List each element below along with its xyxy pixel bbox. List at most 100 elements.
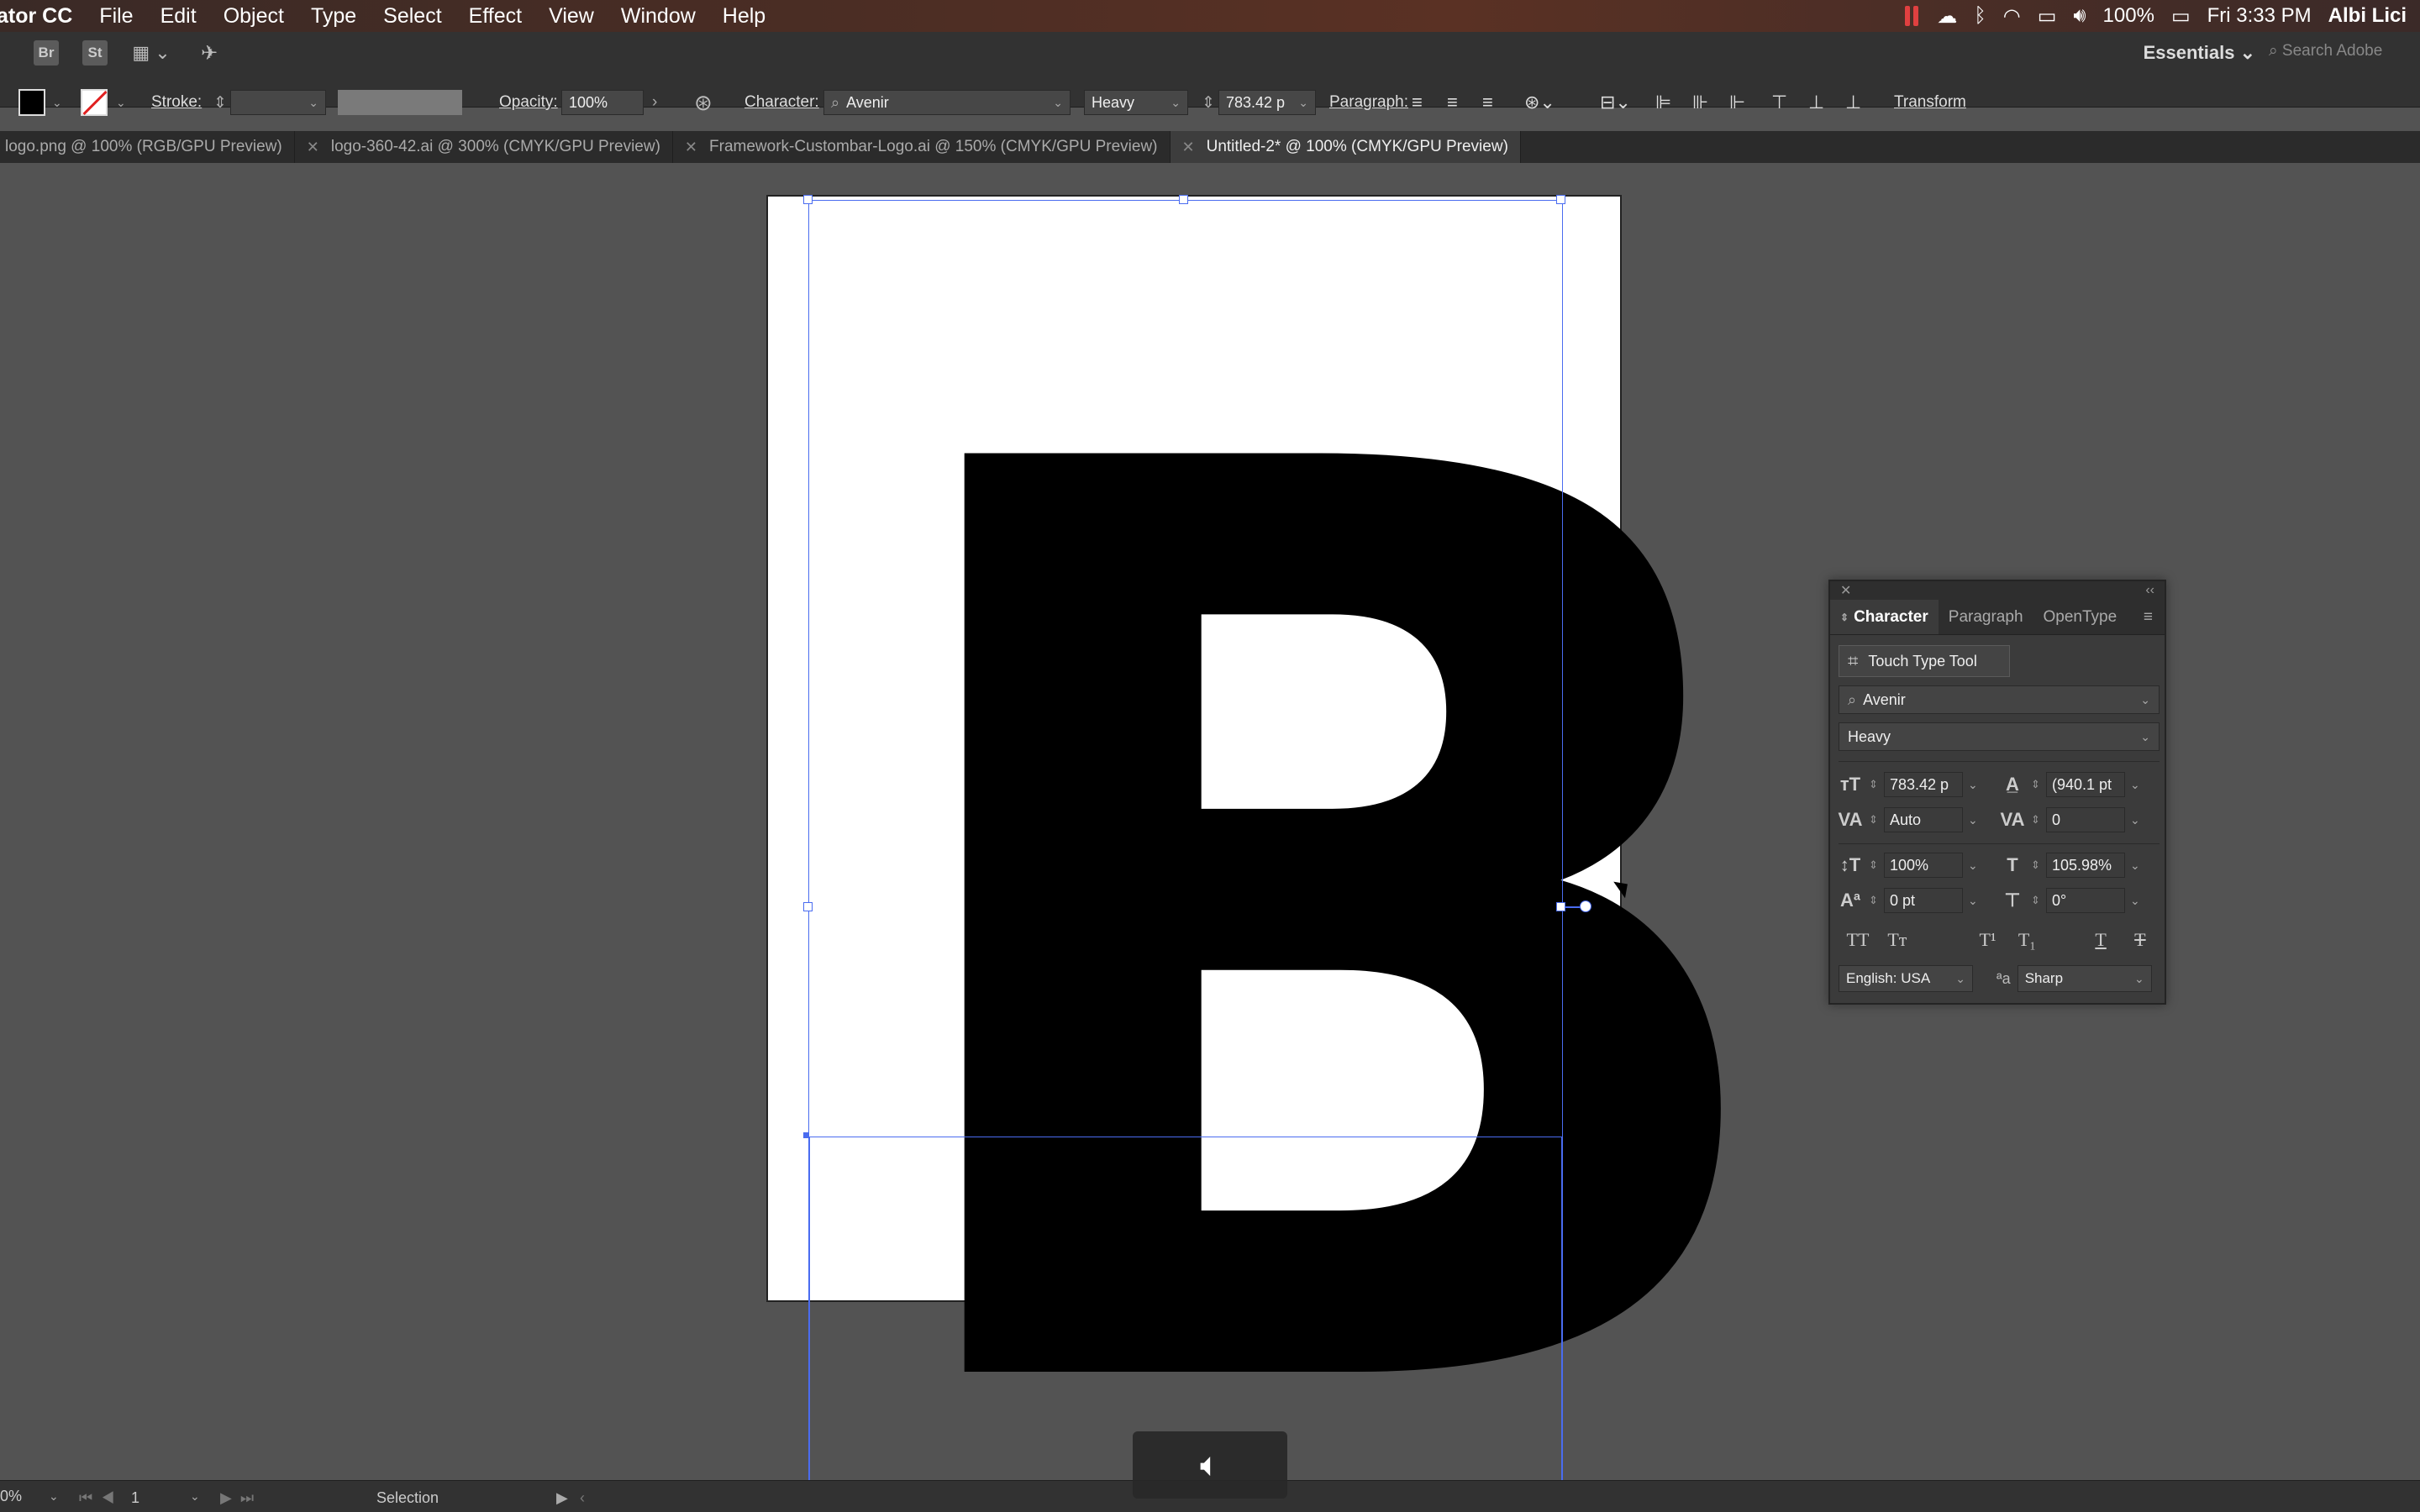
variable-width-profile[interactable] xyxy=(338,90,462,115)
align-horizontal-center-icon[interactable]: ⊪ xyxy=(1692,89,1708,116)
opacity-label[interactable]: Opacity: xyxy=(499,89,558,116)
glyph-icon[interactable]: ⊛⌄ xyxy=(1524,89,1555,116)
tab-logo-360[interactable]: ✕ logo-360-42.ai @ 300% (CMYK/GPU Previe… xyxy=(295,131,673,163)
chevron-down-icon[interactable]: ⌄ xyxy=(2130,858,2140,873)
handle-bottom-left[interactable] xyxy=(803,1132,809,1138)
menu-file[interactable]: File xyxy=(86,4,146,29)
scroll-left-icon[interactable]: ‹ xyxy=(580,1489,585,1507)
close-icon[interactable]: ✕ xyxy=(685,139,697,156)
align-horizontal-right-icon[interactable]: ⊩ xyxy=(1729,89,1745,116)
font-size-stepper-icon[interactable]: ⇕ xyxy=(1202,89,1215,116)
align-center-icon[interactable]: ≡ xyxy=(1447,89,1458,116)
artboard-nav-prev-icon[interactable]: ⏮◀ xyxy=(79,1489,123,1507)
bluetooth-icon[interactable]: ᛒ xyxy=(1974,4,1986,28)
stroke-swatch[interactable] xyxy=(81,89,108,116)
subscript-icon[interactable]: T₁ xyxy=(2007,929,2046,951)
app-menu[interactable]: ator CC xyxy=(0,4,86,29)
align-vertical-center-icon[interactable]: ⊥ xyxy=(1808,89,1824,116)
font-style-field[interactable]: Heavy ⌄ xyxy=(1084,90,1188,115)
menu-view[interactable]: View xyxy=(535,4,608,29)
tab-logo-png[interactable]: logo.png @ 100% (RGB/GPU Preview) xyxy=(0,131,295,163)
stroke-stepper-icon[interactable]: ⇕ xyxy=(213,89,227,116)
cloud-icon[interactable]: ☁ xyxy=(1937,4,1957,29)
align-vertical-bottom-icon[interactable]: ⊥ xyxy=(1845,89,1861,116)
align-left-icon[interactable]: ≡ xyxy=(1412,89,1423,116)
user-name[interactable]: Albi Lici xyxy=(2328,4,2407,28)
stroke-dropdown-icon[interactable]: ⌄ xyxy=(116,89,126,116)
panel-titlebar[interactable]: ✕ ‹‹ xyxy=(1830,581,2165,600)
chevron-down-icon[interactable]: ⌄ xyxy=(2130,778,2140,792)
opacity-field[interactable]: 100% xyxy=(561,90,644,115)
align-horizontal-left-icon[interactable]: ⊫ xyxy=(1655,89,1671,116)
status-mode[interactable]: Selection xyxy=(376,1489,439,1507)
strikethrough-icon[interactable]: T xyxy=(2121,929,2160,951)
menu-edit[interactable]: Edit xyxy=(147,4,210,29)
superscript-icon[interactable]: T¹ xyxy=(1969,929,2007,951)
vertical-scale-field[interactable]: 100% xyxy=(1884,853,1963,878)
font-size-field[interactable]: 783.42 p xyxy=(1884,772,1963,797)
kerning-field[interactable]: Auto xyxy=(1884,807,1963,832)
align-right-icon[interactable]: ≡ xyxy=(1482,89,1493,116)
zoom-dropdown-icon[interactable]: ⌄ xyxy=(49,1489,59,1504)
antialias-select[interactable]: Sharp ⌄ xyxy=(2017,965,2152,992)
tab-framework-logo[interactable]: ✕ Framework-Custombar-Logo.ai @ 150% (CM… xyxy=(673,131,1171,163)
baseline-shift-field[interactable]: 0 pt xyxy=(1884,888,1963,913)
menu-type[interactable]: Type xyxy=(297,4,370,29)
battery-icon[interactable]: ▭ xyxy=(2171,4,2191,29)
all-caps-icon[interactable]: TT xyxy=(1839,929,1877,951)
font-style-select[interactable]: Heavy ⌄ xyxy=(1839,722,2160,751)
panel-collapse-icon[interactable]: ‹‹ xyxy=(2145,583,2154,598)
stepper-icon[interactable]: ⇕ xyxy=(1869,858,1879,872)
tab-character[interactable]: ⇕ Character xyxy=(1830,600,1939,634)
stepper-icon[interactable]: ⇕ xyxy=(2031,813,2041,827)
panel-close-icon[interactable]: ✕ xyxy=(1840,582,1851,599)
align-vertical-top-icon[interactable]: ⊤ xyxy=(1771,89,1787,116)
chevron-down-icon[interactable]: ⌄ xyxy=(1968,778,1978,792)
stepper-icon[interactable]: ⇕ xyxy=(2031,858,2041,872)
font-size-field[interactable]: 783.42 p ⌄ xyxy=(1218,90,1316,115)
stepper-icon[interactable]: ⇕ xyxy=(1869,813,1879,827)
recording-icon[interactable] xyxy=(1905,6,1920,26)
transform-link[interactable]: Transform xyxy=(1894,89,1966,116)
close-icon[interactable]: ✕ xyxy=(1182,139,1195,156)
tab-untitled-2[interactable]: ✕ Untitled-2* @ 100% (CMYK/GPU Preview) xyxy=(1170,131,1521,163)
arrange-documents-icon[interactable]: ▦ ⌄ xyxy=(126,40,176,66)
wifi-icon[interactable]: ◠ xyxy=(2003,4,2021,29)
chevron-down-icon[interactable]: ⌄ xyxy=(2130,894,2140,908)
stepper-icon[interactable]: ⇕ xyxy=(1869,778,1879,791)
volume-icon[interactable]: 🔊︎ xyxy=(2073,4,2086,28)
clock[interactable]: Fri 3:33 PM xyxy=(2207,4,2312,28)
search-stock-input[interactable]: ⌕ Search Adobe xyxy=(2269,42,2420,60)
character-rotation-field[interactable]: 0° xyxy=(2046,888,2125,913)
stepper-icon[interactable]: ⇕ xyxy=(2031,778,2041,791)
paragraph-label[interactable]: Paragraph: xyxy=(1329,89,1408,116)
tracking-field[interactable]: 0 xyxy=(2046,807,2125,832)
airplay-icon[interactable]: ▭ xyxy=(2038,4,2057,29)
recolor-artwork-icon[interactable]: ⊛ xyxy=(694,89,713,116)
status-menu-arrow-icon[interactable]: ▶ xyxy=(556,1489,568,1507)
bridge-button[interactable]: Br xyxy=(34,40,59,66)
artboard-dropdown-icon[interactable]: ⌄ xyxy=(190,1489,200,1504)
small-caps-icon[interactable]: Tᴛ xyxy=(1878,929,1917,951)
horizontal-scale-field[interactable]: 105.98% xyxy=(2046,853,2125,878)
fill-dropdown-icon[interactable]: ⌄ xyxy=(52,89,62,116)
gpu-performance-icon[interactable]: ✈ xyxy=(197,40,222,66)
font-family-select[interactable]: ⌕ Avenir ⌄ xyxy=(1839,685,2160,714)
menu-window[interactable]: Window xyxy=(608,4,709,29)
tab-paragraph[interactable]: Paragraph xyxy=(1939,600,2033,634)
stepper-icon[interactable]: ⇕ xyxy=(1869,894,1879,907)
stroke-weight-field[interactable]: ⌄ xyxy=(230,90,326,115)
chevron-down-icon[interactable]: ⌄ xyxy=(1968,894,1978,908)
artboard-nav-next-icon[interactable]: ▶⏭ xyxy=(220,1489,262,1507)
close-icon[interactable]: ✕ xyxy=(307,139,319,156)
menu-object[interactable]: Object xyxy=(210,4,297,29)
chevron-down-icon[interactable]: ⌄ xyxy=(1968,858,1978,873)
font-family-field[interactable]: ⌕ Avenir ⌄ xyxy=(823,90,1071,115)
area-type-handle[interactable] xyxy=(1580,900,1591,912)
underline-icon[interactable]: T xyxy=(2081,929,2120,951)
handle-top-left[interactable] xyxy=(803,195,813,204)
menu-effect[interactable]: Effect xyxy=(455,4,535,29)
menu-help[interactable]: Help xyxy=(709,4,779,29)
artboard-number-field[interactable]: 1 xyxy=(131,1489,139,1507)
language-select[interactable]: English: USA ⌄ xyxy=(1839,965,1973,992)
